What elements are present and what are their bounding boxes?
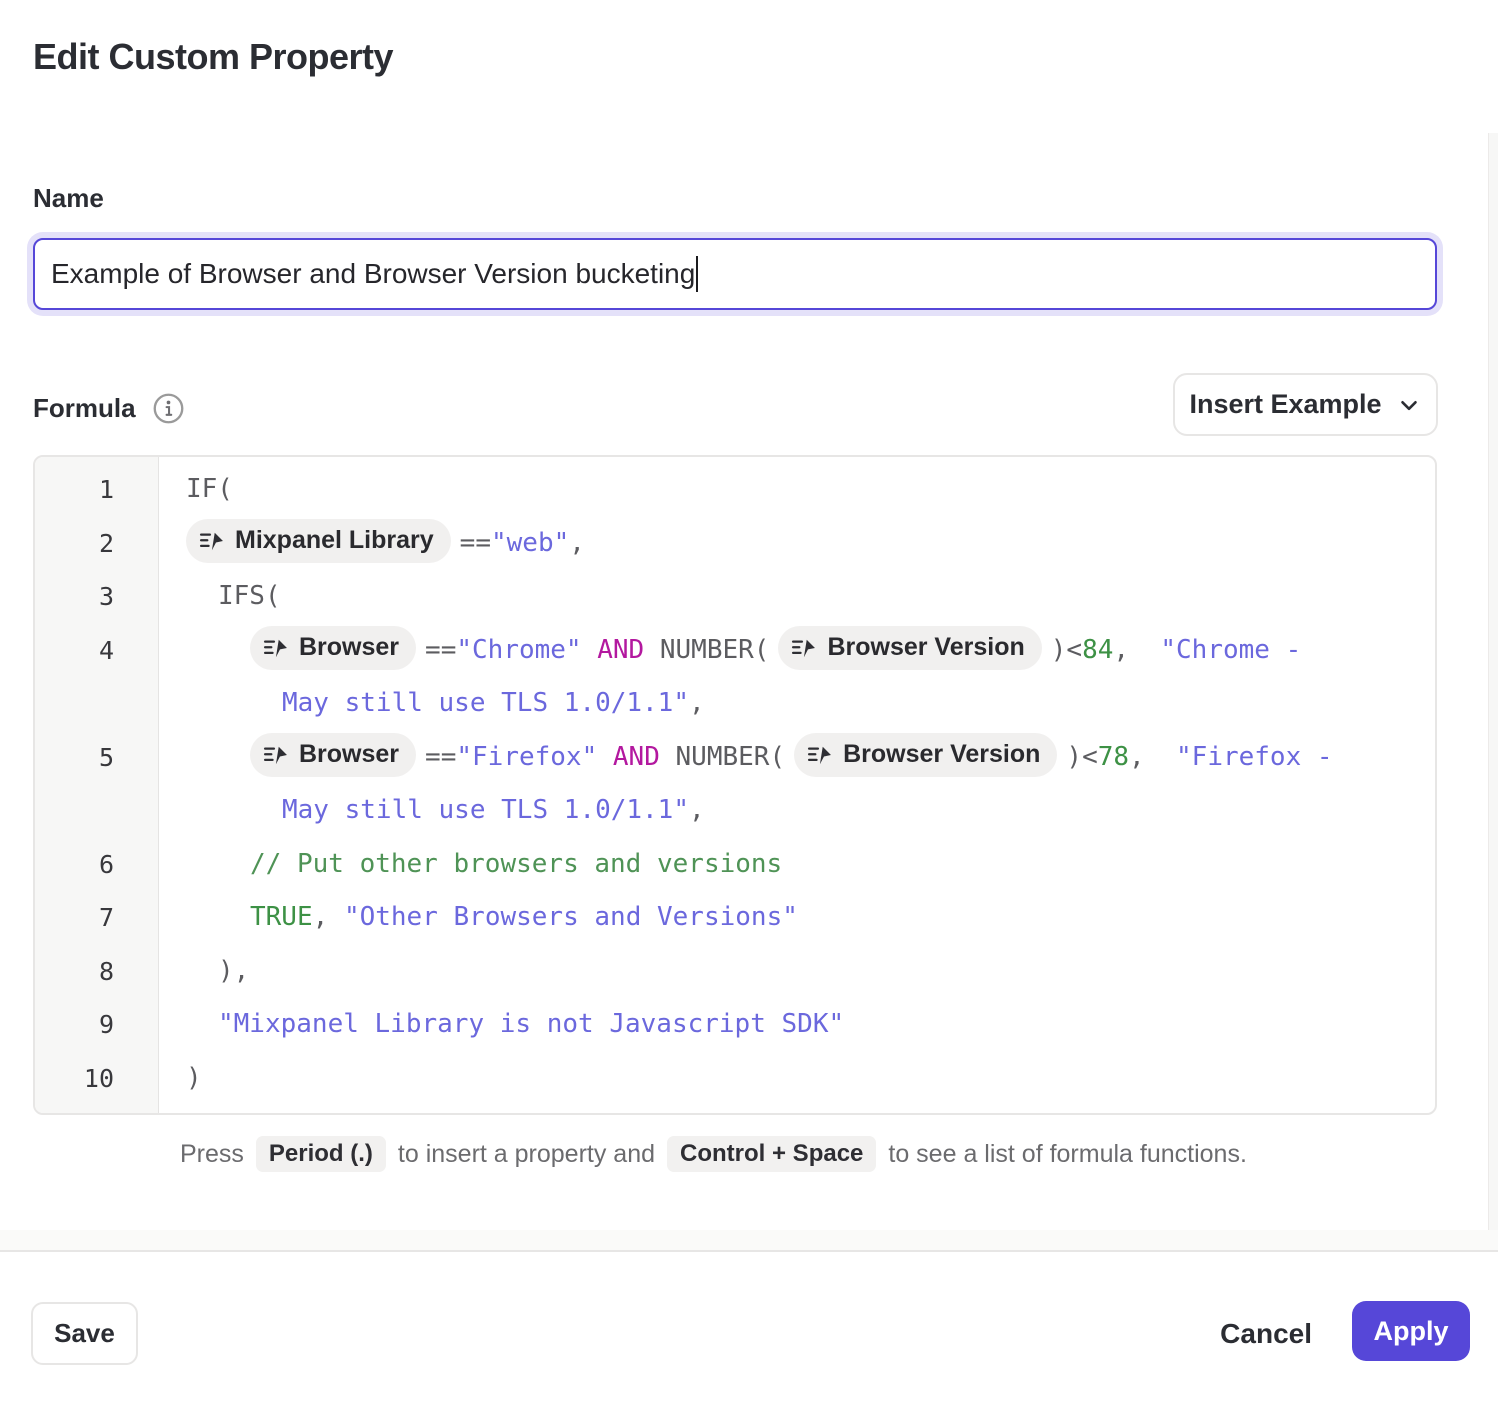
name-input[interactable]: Example of Browser and Browser Version b… (33, 238, 1437, 310)
code-line: 8), (35, 945, 1435, 999)
code-token: "Firefox" (456, 742, 597, 772)
code-token (597, 742, 613, 772)
line-number: 7 (35, 891, 160, 945)
code-line: 9 "Mixpanel Library is not Javascript SDK… (35, 998, 1435, 1052)
page-title: Edit Custom Property (33, 36, 393, 78)
code-token: == (460, 528, 491, 558)
info-icon[interactable] (152, 392, 185, 425)
code-token: ), (218, 956, 249, 986)
helper-suffix: to see a list of formula functions. (888, 1140, 1247, 1169)
code-token: == (425, 635, 456, 665)
code-token: May still use TLS 1.0/1.1" (282, 688, 689, 718)
code-token: , (1113, 635, 1160, 665)
property-chip-label: Browser Version (843, 728, 1040, 782)
code-token: AND (613, 742, 660, 772)
code-token: // Put other browsers and versions (250, 849, 782, 879)
line-number: 6 (35, 838, 160, 892)
code-line: 5 Browser =="Firefox" AND NUMBER( Browser V… (35, 731, 1435, 838)
property-chip-label: Browser (299, 728, 399, 782)
code-token: "Firefox - (1176, 742, 1333, 772)
property-chip[interactable]: Browser Version (794, 733, 1057, 777)
insert-example-label: Insert Example (1189, 389, 1381, 420)
chevron-down-icon (1396, 392, 1422, 418)
kbd-control-space: Control + Space (667, 1136, 876, 1172)
code-token: , (313, 902, 344, 932)
save-button[interactable]: Save (31, 1302, 138, 1365)
line-number: 9 (35, 998, 160, 1052)
edit-custom-property-dialog: Edit Custom Property Name Example of Bro… (0, 0, 1498, 1402)
property-icon (263, 636, 288, 661)
formula-editor-lines: 1IF(2Mixpanel Library=="web",3IFS(4Brows… (35, 457, 1435, 1105)
dialog-footer: Save Cancel Apply (0, 1254, 1498, 1402)
property-icon (807, 743, 832, 768)
property-icon (199, 529, 224, 554)
helper-prefix: Press (180, 1140, 244, 1169)
code-token: "web" (491, 528, 569, 558)
code-token: "Chrome" (456, 635, 581, 665)
line-number: 2 (35, 517, 160, 571)
formula-header: Formula (33, 392, 185, 425)
property-chip[interactable]: Browser (250, 626, 416, 670)
line-number: 1 (35, 463, 160, 517)
code-token: )< (1066, 742, 1097, 772)
line-number: 8 (35, 945, 160, 999)
code-token: "Other Browsers and Versions" (344, 902, 798, 932)
cancel-button[interactable]: Cancel (1220, 1302, 1312, 1365)
code-token: 84 (1082, 635, 1113, 665)
code-token: May still use TLS 1.0/1.1" (282, 795, 689, 825)
editor-helper-text: Press Period (.) to insert a property an… (180, 1136, 1247, 1172)
property-chip[interactable]: Browser (250, 733, 416, 777)
name-input-value: Example of Browser and Browser Version b… (51, 258, 695, 290)
content-footer-divider (0, 1230, 1498, 1252)
code-token: == (425, 742, 456, 772)
property-chip-label: Mixpanel Library (235, 514, 434, 568)
formula-label: Formula (33, 393, 136, 424)
code-token: , (689, 795, 705, 825)
property-icon (263, 743, 288, 768)
property-chip[interactable]: Mixpanel Library (186, 519, 451, 563)
name-field-label: Name (33, 183, 104, 214)
code-token: TRUE (250, 902, 313, 932)
property-chip[interactable]: Browser Version (778, 626, 1041, 670)
kbd-period: Period (.) (256, 1136, 386, 1172)
code-token: NUMBER( (660, 742, 785, 772)
text-caret (696, 256, 698, 292)
line-number: 10 (35, 1052, 160, 1106)
code-token: "Mixpanel Library is not Javascript SDK" (218, 1009, 844, 1039)
code-line: 4 Browser =="Chrome" AND NUMBER( Browser Ve… (35, 624, 1435, 731)
scrollbar-track[interactable] (1488, 133, 1498, 1252)
code-token: ) (186, 1063, 202, 1093)
code-token: AND (597, 635, 644, 665)
code-line: 1 IF( (35, 463, 1435, 517)
code-token: IF( (186, 474, 233, 504)
formula-editor[interactable]: 1IF(2Mixpanel Library=="web",3IFS(4Brows… (33, 455, 1437, 1115)
code-token: , (569, 528, 585, 558)
code-line: 6 // Put other browsers and versions (35, 838, 1435, 892)
code-token: "Chrome - (1160, 635, 1301, 665)
code-token (582, 635, 598, 665)
property-chip-label: Browser Version (827, 621, 1024, 675)
line-number: 5 (35, 731, 160, 838)
property-icon (791, 636, 816, 661)
apply-button[interactable]: Apply (1352, 1301, 1470, 1361)
property-chip-label: Browser (299, 621, 399, 675)
code-token: , (689, 688, 705, 718)
code-token: )< (1051, 635, 1082, 665)
code-line: 10) (35, 1052, 1435, 1106)
code-line: 2 Mixpanel Library =="web", (35, 517, 1435, 571)
code-token: IFS( (218, 581, 281, 611)
helper-middle: to insert a property and (398, 1140, 655, 1169)
insert-example-button[interactable]: Insert Example (1173, 373, 1438, 436)
code-token: , (1129, 742, 1176, 772)
code-token: 78 (1098, 742, 1129, 772)
code-token: NUMBER( (644, 635, 769, 665)
code-line: 7 TRUE, "Other Browsers and Versions" (35, 891, 1435, 945)
line-number: 3 (35, 570, 160, 624)
line-number: 4 (35, 624, 160, 731)
code-line: 3 IFS( (35, 570, 1435, 624)
